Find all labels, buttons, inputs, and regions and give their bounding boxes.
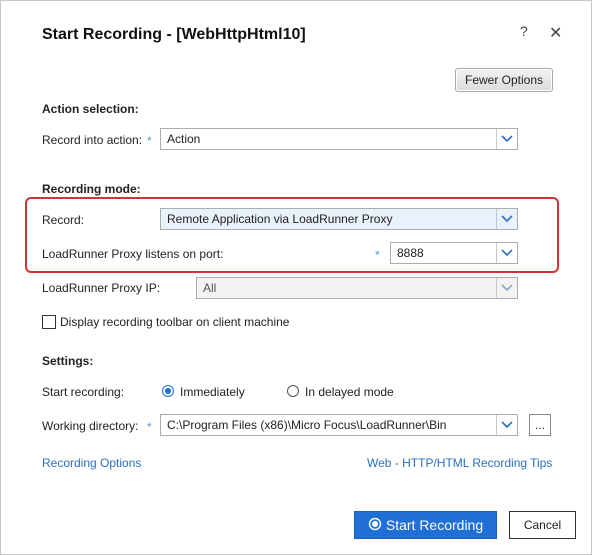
- help-icon[interactable]: ?: [520, 23, 528, 39]
- record-mode-value: Remote Application via LoadRunner Proxy: [167, 212, 393, 226]
- record-into-action-value: Action: [167, 132, 201, 146]
- recording-tips-link[interactable]: Web - HTTP/HTML Recording Tips: [367, 456, 552, 470]
- close-icon[interactable]: ✕: [549, 23, 562, 43]
- display-toolbar-checkbox[interactable]: [42, 315, 56, 329]
- required-marker: *: [147, 134, 152, 148]
- proxy-port-value: 8888: [397, 246, 424, 260]
- working-directory-value: C:\Program Files (x86)\Micro Focus\LoadR…: [167, 418, 447, 432]
- radio-delayed[interactable]: [287, 385, 299, 397]
- start-recording-label: Start recording:: [42, 385, 125, 399]
- recording-mode-heading: Recording mode:: [42, 182, 141, 196]
- fewer-options-button[interactable]: Fewer Options: [455, 68, 553, 92]
- browse-button[interactable]: ...: [529, 414, 551, 436]
- recording-options-link[interactable]: Recording Options: [42, 456, 141, 470]
- proxy-ip-select[interactable]: All: [196, 277, 518, 299]
- record-label: Record:: [42, 213, 85, 227]
- proxy-port-select[interactable]: 8888: [390, 242, 518, 264]
- record-into-action-label: Record into action:: [42, 133, 143, 147]
- dialog-title: Start Recording - [WebHttpHtml10]: [42, 26, 306, 43]
- radio-delayed-label: In delayed mode: [305, 385, 394, 399]
- chevron-down-icon[interactable]: [496, 209, 517, 229]
- start-recording-button[interactable]: Start Recording: [354, 511, 497, 539]
- start-recording-dialog: Start Recording - [WebHttpHtml10] ? ✕ Fe…: [0, 0, 592, 555]
- proxy-ip-value: All: [203, 281, 217, 295]
- proxy-ip-label: LoadRunner Proxy IP:: [42, 281, 161, 295]
- required-marker: *: [147, 420, 152, 434]
- record-mode-select[interactable]: Remote Application via LoadRunner Proxy: [160, 208, 518, 230]
- chevron-down-icon[interactable]: [496, 243, 517, 263]
- action-selection-heading: Action selection:: [42, 102, 139, 116]
- chevron-down-icon[interactable]: [496, 278, 517, 298]
- proxy-port-label: LoadRunner Proxy listens on port:: [42, 247, 224, 261]
- display-toolbar-label: Display recording toolbar on client mach…: [60, 315, 290, 329]
- cancel-button[interactable]: Cancel: [509, 511, 576, 539]
- chevron-down-icon[interactable]: [496, 415, 517, 435]
- settings-heading: Settings:: [42, 354, 94, 368]
- chevron-down-icon[interactable]: [496, 129, 517, 149]
- radio-immediately[interactable]: [162, 385, 174, 397]
- record-circle-icon: [368, 517, 382, 534]
- working-directory-select[interactable]: C:\Program Files (x86)\Micro Focus\LoadR…: [160, 414, 518, 436]
- start-recording-label-text: Start Recording: [385, 517, 484, 533]
- required-marker: *: [375, 248, 380, 262]
- radio-immediately-label: Immediately: [180, 385, 245, 399]
- working-directory-label: Working directory:: [42, 419, 139, 433]
- record-into-action-select[interactable]: Action: [160, 128, 518, 150]
